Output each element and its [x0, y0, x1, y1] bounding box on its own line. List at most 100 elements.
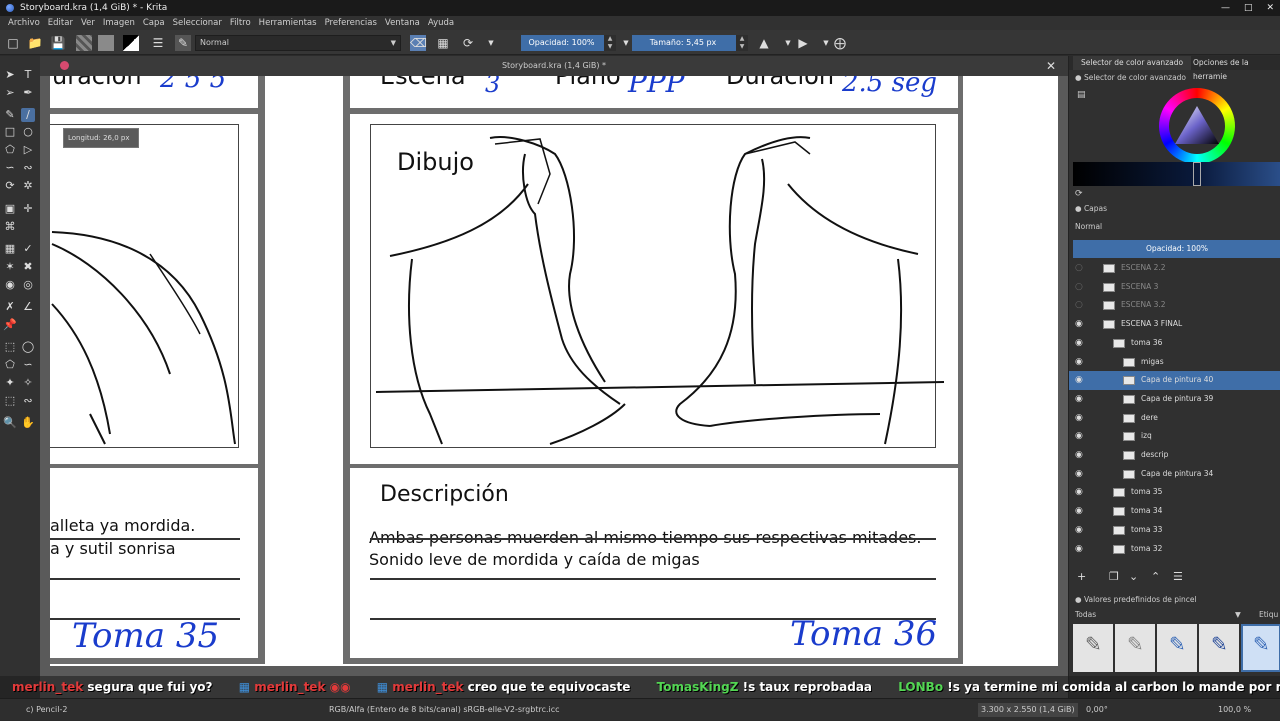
gradient-preset-icon[interactable]	[76, 35, 92, 51]
dynamic-brush-icon[interactable]: ⟳	[3, 179, 17, 193]
edit-shapes-icon[interactable]: ➢	[3, 86, 17, 100]
opacity-slider[interactable]: Opacidad: 100% ▲ ▼	[521, 35, 616, 51]
brush-preset-thumb[interactable]: ✎	[1073, 624, 1113, 672]
eye-visible-icon[interactable]: ◉	[1075, 409, 1083, 428]
menu-filtro[interactable]: Filtro	[226, 16, 255, 30]
polyline-tool-icon[interactable]: ▷	[21, 143, 35, 157]
eye-visible-icon[interactable]: ◉	[1075, 540, 1083, 559]
tab-color-selector[interactable]: Selector de color avanzado	[1073, 56, 1192, 70]
layer-row[interactable]: ◉ dere	[1069, 409, 1280, 428]
menu-capa[interactable]: Capa	[139, 16, 169, 30]
storyboard-canvas[interactable]: uración 2 5 5 alleta ya mordida. a y sut…	[50, 76, 1058, 666]
mirror-horizontal-icon[interactable]: ▲	[756, 35, 772, 51]
transform-icon[interactable]: ▣	[3, 202, 17, 216]
tab-tool-options[interactable]: Opciones de la herramie	[1185, 56, 1280, 81]
fg-bg-color-icon[interactable]	[123, 35, 139, 51]
color-history-strip[interactable]	[1073, 162, 1280, 186]
layer-row[interactable]: ○ ESCENA 2.2	[1069, 259, 1280, 278]
select-shapes-icon[interactable]: ➤	[3, 68, 17, 82]
contiguous-select-icon[interactable]: ✦	[3, 376, 17, 390]
brush-settings-icon[interactable]: ☰	[150, 35, 166, 51]
ellipse-tool-icon[interactable]: ○	[21, 125, 35, 139]
brush-tag-select[interactable]: Etiqu	[1259, 608, 1278, 622]
magnetic-select-icon[interactable]: ∾	[21, 394, 35, 408]
close-document-icon[interactable]: ✕	[1046, 56, 1056, 76]
eye-visible-icon[interactable]: ◉	[1075, 390, 1083, 409]
chevron-down-icon[interactable]: ▼	[780, 35, 796, 51]
menu-ventana[interactable]: Ventana	[381, 16, 424, 30]
layer-row[interactable]: ◉ toma 36	[1069, 334, 1280, 353]
brush-filter-select[interactable]: Todas	[1075, 608, 1096, 622]
menu-seleccionar[interactable]: Seleccionar	[169, 16, 226, 30]
brush-preset-thumb[interactable]: ✎	[1199, 624, 1239, 672]
status-zoom[interactable]: 100,0 %	[1218, 699, 1251, 721]
layers-blend-mode[interactable]: Normal	[1075, 220, 1102, 234]
color-picker-icon[interactable]: ✓	[21, 242, 35, 256]
menu-preferencias[interactable]: Preferencias	[321, 16, 381, 30]
menu-ver[interactable]: Ver	[77, 16, 99, 30]
layer-row[interactable]: ◉ descrip	[1069, 446, 1280, 465]
enclose-fill-icon[interactable]: ◎	[21, 278, 35, 292]
reload-preset-icon[interactable]: ⟳	[460, 35, 476, 51]
alpha-lock-icon[interactable]: ▦	[435, 35, 451, 51]
eye-hidden-icon[interactable]: ○	[1075, 259, 1083, 278]
move-layer-down-icon[interactable]: ⌄	[1129, 570, 1138, 583]
pattern-preset-icon[interactable]	[98, 35, 114, 51]
eye-visible-icon[interactable]: ◉	[1075, 483, 1083, 502]
smart-patch-icon[interactable]: ✶	[3, 260, 17, 274]
minimize-icon[interactable]: —	[1221, 0, 1230, 16]
layer-row[interactable]: ◉ toma 33	[1069, 521, 1280, 540]
size-slider[interactable]: Tamaño: 5,45 px ▲ ▼	[632, 35, 748, 51]
spin-arrows-icon[interactable]: ▲ ▼	[604, 35, 616, 51]
eye-visible-icon[interactable]: ◉	[1075, 371, 1083, 390]
eye-hidden-icon[interactable]: ○	[1075, 296, 1083, 315]
color-settings-icon[interactable]: ▤	[1077, 88, 1086, 102]
crop-tool-icon[interactable]: ⌘	[3, 220, 17, 234]
layer-row[interactable]: ◉ migas	[1069, 353, 1280, 372]
zoom-tool-icon[interactable]: 🔍	[3, 416, 17, 430]
color-wheel[interactable]	[1159, 88, 1235, 164]
layer-row[interactable]: ◉ Capa de pintura 34	[1069, 465, 1280, 484]
menu-imagen[interactable]: Imagen	[99, 16, 139, 30]
menu-archivo[interactable]: Archivo	[4, 16, 44, 30]
eye-visible-icon[interactable]: ◉	[1075, 465, 1083, 484]
open-folder-icon[interactable]: 📁	[27, 35, 43, 51]
new-document-icon[interactable]: □	[5, 35, 21, 51]
freehand-path-icon[interactable]: ∾	[21, 161, 35, 175]
eye-visible-icon[interactable]: ◉	[1075, 502, 1083, 521]
add-layer-icon[interactable]: +	[1077, 570, 1086, 583]
layer-row[interactable]: ◉ Capa de pintura 39	[1069, 390, 1280, 409]
brush-preset-thumb[interactable]: ✎	[1115, 624, 1155, 672]
eraser-mode-icon[interactable]: ⌫	[410, 35, 427, 51]
duplicate-layer-icon[interactable]: ❐	[1109, 570, 1119, 583]
reference-images-icon[interactable]: 📌	[3, 318, 17, 332]
close-window-icon[interactable]: ✕	[1266, 0, 1274, 16]
layer-row[interactable]: ◉ izq	[1069, 427, 1280, 446]
document-tab[interactable]: Storyboard.kra (1,4 GiB) * ✕	[40, 56, 1068, 76]
refresh-icon[interactable]: ⟳	[1075, 187, 1083, 201]
colorize-mask-icon[interactable]: ✖	[21, 260, 35, 274]
layer-row[interactable]: ◉ Capa de pintura 40	[1069, 371, 1280, 390]
brush-preset-thumb[interactable]: ✎	[1157, 624, 1197, 672]
move-tool-icon[interactable]: ✛	[21, 202, 35, 216]
line-tool-icon[interactable]: ∕	[21, 108, 35, 122]
freehand-select-icon[interactable]: ∽	[21, 358, 35, 372]
polygon-tool-icon[interactable]: ⬠	[3, 143, 17, 157]
menu-ayuda[interactable]: Ayuda	[424, 16, 458, 30]
layer-row[interactable]: ◉ toma 32	[1069, 540, 1280, 559]
menu-herramientas[interactable]: Herramientas	[255, 16, 321, 30]
gradient-tool-icon[interactable]: ▦	[3, 242, 17, 256]
eye-visible-icon[interactable]: ◉	[1075, 446, 1083, 465]
color-triangle[interactable]	[1173, 104, 1221, 148]
eye-visible-icon[interactable]: ◉	[1075, 353, 1083, 372]
move-layer-up-icon[interactable]: ⌃	[1151, 570, 1160, 583]
fill-tool-icon[interactable]: ◉	[3, 278, 17, 292]
eye-hidden-icon[interactable]: ○	[1075, 278, 1083, 297]
chevron-down-icon[interactable]: ▼	[483, 35, 499, 51]
eye-visible-icon[interactable]: ◉	[1075, 315, 1083, 334]
layer-properties-icon[interactable]: ☰	[1173, 570, 1183, 583]
mirror-vertical-icon[interactable]: ▶	[795, 35, 811, 51]
layer-row[interactable]: ○ ESCENA 3.2	[1069, 296, 1280, 315]
maximize-icon[interactable]: □	[1244, 0, 1253, 16]
brush-preset-icon[interactable]: ✎	[175, 35, 191, 51]
